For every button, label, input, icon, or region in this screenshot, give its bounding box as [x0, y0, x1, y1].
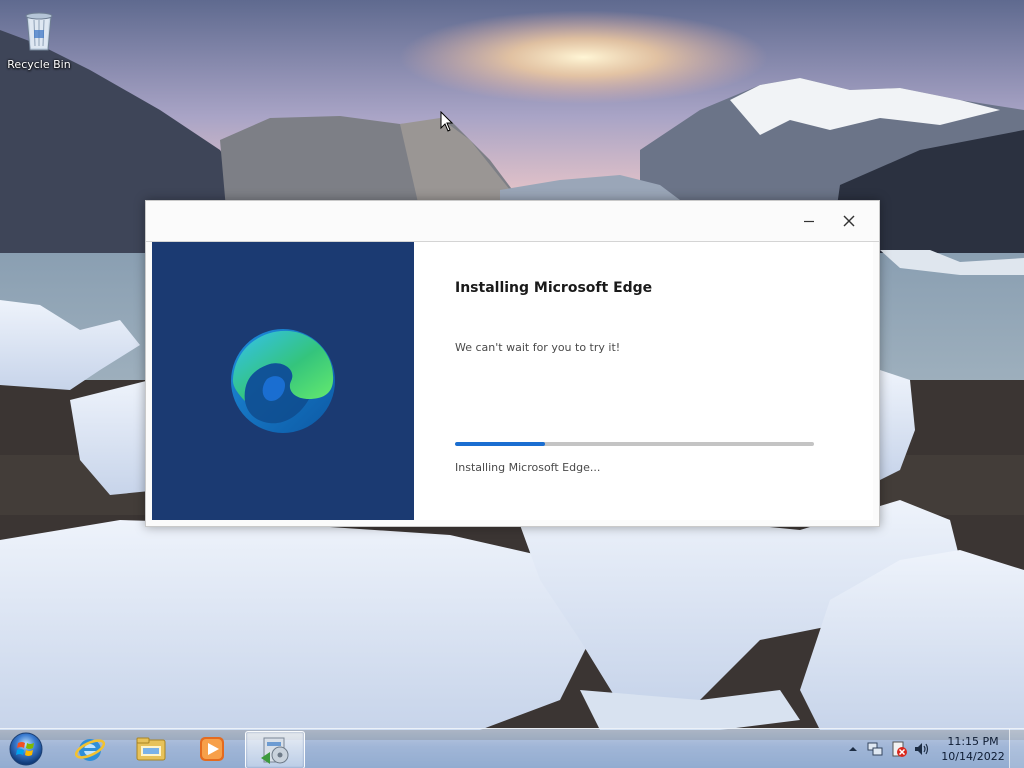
- show-hidden-icons-button[interactable]: [844, 740, 862, 758]
- folder-icon: [136, 737, 166, 761]
- show-hidden-icons-arrow-icon: [849, 747, 857, 751]
- network-icon: [867, 742, 883, 756]
- mouse-cursor-icon: [440, 111, 454, 132]
- action-center-tray-button[interactable]: [890, 740, 908, 758]
- install-progress-bar: [455, 442, 814, 446]
- install-status-text: Installing Microsoft Edge...: [455, 461, 601, 474]
- install-subtitle: We can't wait for you to try it!: [455, 341, 621, 354]
- start-button[interactable]: [4, 730, 48, 768]
- install-heading: Installing Microsoft Edge: [455, 280, 653, 296]
- taskbar-windows-explorer[interactable]: [123, 731, 179, 767]
- clock-time: 11:15 PM: [947, 735, 999, 748]
- action-center-icon: [892, 741, 907, 757]
- install-progress-fill: [455, 442, 545, 446]
- minimize-button[interactable]: [792, 207, 826, 235]
- installer-content-panel: Installing Microsoft Edge We can't wait …: [414, 242, 873, 520]
- taskbar-media-player[interactable]: [184, 731, 240, 767]
- taskbar: 11:15 PM 10/14/2022: [0, 728, 1024, 768]
- close-icon: [843, 215, 855, 227]
- clock-date: 10/14/2022: [941, 750, 1005, 763]
- minimize-icon: [804, 220, 814, 223]
- desktop-icon-recycle-bin[interactable]: Recycle Bin: [4, 6, 74, 76]
- taskbar-clock[interactable]: 11:15 PM 10/14/2022: [934, 734, 1012, 764]
- dialog-title-bar[interactable]: [146, 201, 879, 242]
- recycle-bin-label: Recycle Bin: [7, 58, 71, 71]
- taskbar-internet-explorer[interactable]: [62, 731, 118, 767]
- media-player-icon: [200, 737, 224, 761]
- windows-start-orb-icon: [9, 732, 43, 766]
- setup-installer-icon: [261, 737, 289, 764]
- edge-logo-icon: [231, 329, 335, 433]
- installer-brand-panel: [152, 242, 414, 520]
- desktop: Recycle Bin Installing Microsoft Edge We…: [0, 0, 1024, 768]
- taskbar-edge-setup[interactable]: [245, 731, 305, 768]
- internet-explorer-icon: [74, 739, 106, 761]
- recycle-bin-icon: [25, 12, 53, 51]
- network-tray-button[interactable]: [866, 740, 884, 758]
- show-desktop-button[interactable]: [1009, 729, 1024, 768]
- volume-icon: [915, 743, 929, 755]
- volume-tray-button[interactable]: [913, 740, 931, 758]
- notification-area: 11:15 PM 10/14/2022: [842, 729, 1024, 768]
- edge-installer-dialog: Installing Microsoft Edge We can't wait …: [145, 200, 880, 527]
- close-button[interactable]: [832, 207, 866, 235]
